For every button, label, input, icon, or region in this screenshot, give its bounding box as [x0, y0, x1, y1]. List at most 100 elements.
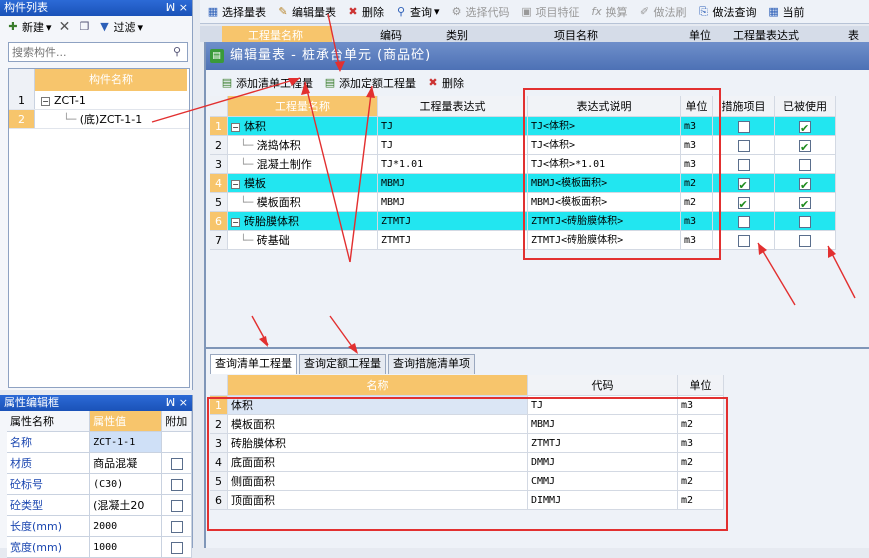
attach-checkbox[interactable] [170, 521, 183, 533]
tree-header: 构件名称 [9, 69, 189, 91]
add-quota-icon: ▤ [324, 76, 336, 89]
quantity-expression[interactable]: TJ [378, 136, 528, 154]
quantity-expression[interactable]: TJ [378, 117, 528, 135]
property-row[interactable]: 材质 商品混凝 [7, 453, 192, 474]
method-query-button[interactable]: ⎘ 做法查询 [697, 4, 756, 20]
tab-query-quota[interactable]: 查询定额工程量 [299, 354, 386, 374]
quantity-name: 模板 [244, 177, 266, 190]
quantity-expression[interactable]: TJ*1.01 [378, 155, 528, 173]
new-label: 新建 [22, 21, 44, 34]
row-number: 7 [210, 231, 228, 249]
property-row[interactable]: 砼标号 (C30) [7, 474, 192, 495]
component-tree: 构件名称 1 − ZCT-1 2 └─ (底)ZCT-1-1 [8, 68, 190, 388]
filter-button[interactable]: ▼ 过滤 ▾ [98, 19, 143, 35]
attach-checkbox[interactable] [170, 479, 183, 491]
quantity-name: 砖胎膜体积 [244, 215, 299, 228]
current-button[interactable]: ▦ 当前 [767, 4, 804, 20]
pin-close-icons[interactable]: ꟽ × [166, 395, 188, 411]
row-number: 5 [210, 193, 228, 211]
tab-query-list[interactable]: 查询清单工程量 [210, 354, 297, 374]
add-list-icon: ▤ [221, 76, 233, 89]
tab-query-measure[interactable]: 查询措施清单项 [388, 354, 475, 374]
used-checkbox[interactable] [799, 235, 811, 247]
select-table-button[interactable]: ▦ 选择量表 [206, 4, 266, 20]
row-number: 3 [210, 155, 228, 173]
col-header: 单位 [678, 375, 724, 395]
tree-line-icon: └─ [240, 139, 257, 152]
col-header: 代码 [528, 375, 678, 395]
quantity-expression[interactable]: MBMJ [378, 193, 528, 211]
quantity-expression[interactable]: ZTMTJ [378, 212, 528, 230]
convert-button[interactable]: fx 换算 [590, 4, 627, 20]
collapse-icon[interactable]: − [231, 218, 240, 227]
search-input[interactable] [9, 43, 164, 61]
edit-icon: ✎ [278, 4, 288, 18]
quantity-expression[interactable]: MBMJ [378, 174, 528, 192]
row-number: 6 [210, 212, 228, 230]
used-checkbox[interactable] [799, 216, 811, 228]
component-list-title: 构件列表 ꟽ × [0, 0, 192, 16]
measure-checkbox[interactable] [737, 216, 750, 228]
dropdown-arrow-icon: ▾ [434, 5, 440, 18]
tree-row[interactable]: 2 └─ (底)ZCT-1-1 [9, 110, 189, 129]
attach-checkbox[interactable] [170, 542, 183, 554]
app-icon: ▤ [210, 49, 224, 63]
dialog-title-bar[interactable]: ▤ 编辑量表 - 桩承台单元 (商品砼) [206, 42, 869, 70]
collapse-icon[interactable]: − [231, 180, 240, 189]
measure-checkbox[interactable] [737, 140, 750, 152]
new-button[interactable]: ✚ 新建 ▾ [6, 19, 51, 35]
property-row[interactable]: 名称 ZCT-1-1 [7, 432, 192, 453]
used-checkbox[interactable] [799, 195, 811, 211]
copy-icon[interactable]: ❐ [78, 20, 92, 34]
search-icon[interactable]: ⚲ [170, 45, 184, 59]
used-checkbox[interactable] [799, 138, 811, 154]
panel-title-text: 属性编辑框 [4, 396, 59, 409]
method-brush-button[interactable]: ✐ 做法刷 [638, 4, 687, 20]
col-header: 名称 [228, 375, 528, 395]
splitter[interactable] [206, 347, 869, 349]
measure-checkbox[interactable] [737, 176, 750, 192]
used-checkbox[interactable] [799, 119, 811, 135]
measure-checkbox[interactable] [737, 121, 750, 133]
select-code-button[interactable]: ⚙ 选择代码 [450, 4, 510, 20]
new-icon: ✚ [8, 20, 18, 33]
tree-line-icon: └─ [240, 234, 257, 247]
dialog-title: 编辑量表 - 桩承台单元 (商品砼) [230, 48, 432, 63]
property-row[interactable]: 长度(mm) 2000 [7, 516, 192, 537]
collapse-icon[interactable]: − [231, 123, 240, 132]
tree-line-icon: └─ [240, 158, 257, 171]
property-row[interactable]: 砼类型 (混凝土20 [7, 495, 192, 516]
quantity-name: 模板面积 [256, 196, 301, 209]
property-header: 属性名称 属性值 附加 [7, 411, 192, 432]
delete-row-button[interactable]: ✖ 删除 [426, 75, 464, 91]
measure-checkbox[interactable] [737, 235, 750, 247]
attach-checkbox[interactable] [170, 500, 183, 512]
query-button[interactable]: ⚲ 查询 ▾ [394, 4, 440, 20]
delete-x-icon[interactable]: ✕ [58, 20, 72, 34]
tree-row-label: ZCT-1 [54, 94, 86, 107]
row-number: 2 [210, 136, 228, 154]
edit-table-button[interactable]: ✎ 编辑量表 [276, 4, 336, 20]
measure-checkbox[interactable] [737, 159, 750, 171]
code-icon: ⚙ [451, 4, 462, 18]
search-box: ⚲ [8, 42, 188, 62]
collapse-icon[interactable]: − [41, 97, 50, 106]
filter-label: 过滤 [113, 21, 136, 34]
doc-search-icon: ⎘ [699, 4, 708, 18]
col-header: 措施项目 [713, 96, 775, 116]
property-panel-title: 属性编辑框 ꟽ × [0, 395, 192, 411]
quantity-expression[interactable]: ZTMTJ [378, 231, 528, 249]
delete-button[interactable]: ✖ 删除 [346, 4, 384, 20]
add-list-quantity-button[interactable]: ▤ 添加清单工程量 [220, 75, 313, 91]
fx-icon: fx [591, 4, 602, 18]
background-grid-header: 工程量名称 编码 类别 项目名称 单位 工程量表达式 表达 [200, 26, 869, 58]
used-checkbox[interactable] [799, 176, 811, 192]
measure-checkbox[interactable] [737, 195, 750, 211]
attach-checkbox[interactable] [170, 458, 183, 470]
used-checkbox[interactable] [799, 159, 811, 171]
add-quota-quantity-button[interactable]: ▤ 添加定额工程量 [323, 75, 416, 91]
tree-row[interactable]: 1 − ZCT-1 [9, 91, 189, 110]
item-feature-button[interactable]: ▣ 项目特征 [520, 4, 579, 20]
search-icon: ⚲ [396, 4, 406, 18]
pin-close-icons[interactable]: ꟽ × [166, 0, 188, 16]
